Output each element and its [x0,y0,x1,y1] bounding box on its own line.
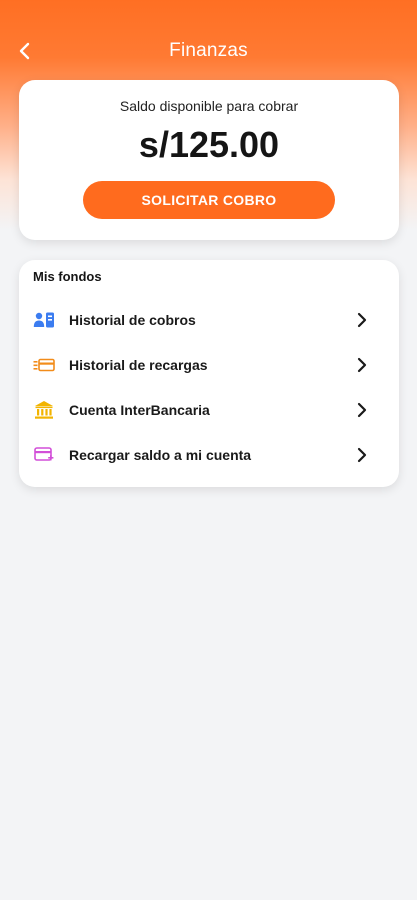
funds-section-title: Mis fondos [33,269,102,284]
menu-item-label: Cuenta InterBancaria [69,402,210,418]
user-card-icon [33,309,55,331]
menu-item-label: Recargar saldo a mi cuenta [69,447,252,463]
chevron-right-icon [355,402,369,418]
card-list-icon [33,354,55,376]
menu-item-label: Historial de recargas [69,357,208,373]
menu-item-historial-cobros[interactable]: Historial de cobros [19,300,399,340]
chevron-right-icon [355,447,369,463]
balance-amount: s/125.00 [138,124,280,165]
balance-label: Saldo disponible para cobrar [119,98,299,114]
balance-card: Saldo disponible para cobrar s/125.00 SO… [19,80,399,240]
menu-item-recargar-saldo[interactable]: Recargar saldo a mi cuenta [19,435,399,475]
back-button[interactable] [10,36,40,66]
request-payout-button[interactable]: SOLICITAR COBRO [83,181,335,219]
bank-icon [33,399,55,421]
card-add-icon [33,444,55,466]
menu-item-label: Historial de cobros [69,312,196,328]
chevron-left-icon [19,42,30,60]
menu-item-historial-recargas[interactable]: Historial de recargas [19,345,399,385]
funds-card: Mis fondos Historial de cobros Historial… [19,260,399,487]
chevron-right-icon [355,357,369,373]
top-bar: Finanzas [0,30,417,72]
menu-item-cuenta-interbancaria[interactable]: Cuenta InterBancaria [19,390,399,430]
chevron-right-icon [355,312,369,328]
page-title: Finanzas [169,40,248,61]
